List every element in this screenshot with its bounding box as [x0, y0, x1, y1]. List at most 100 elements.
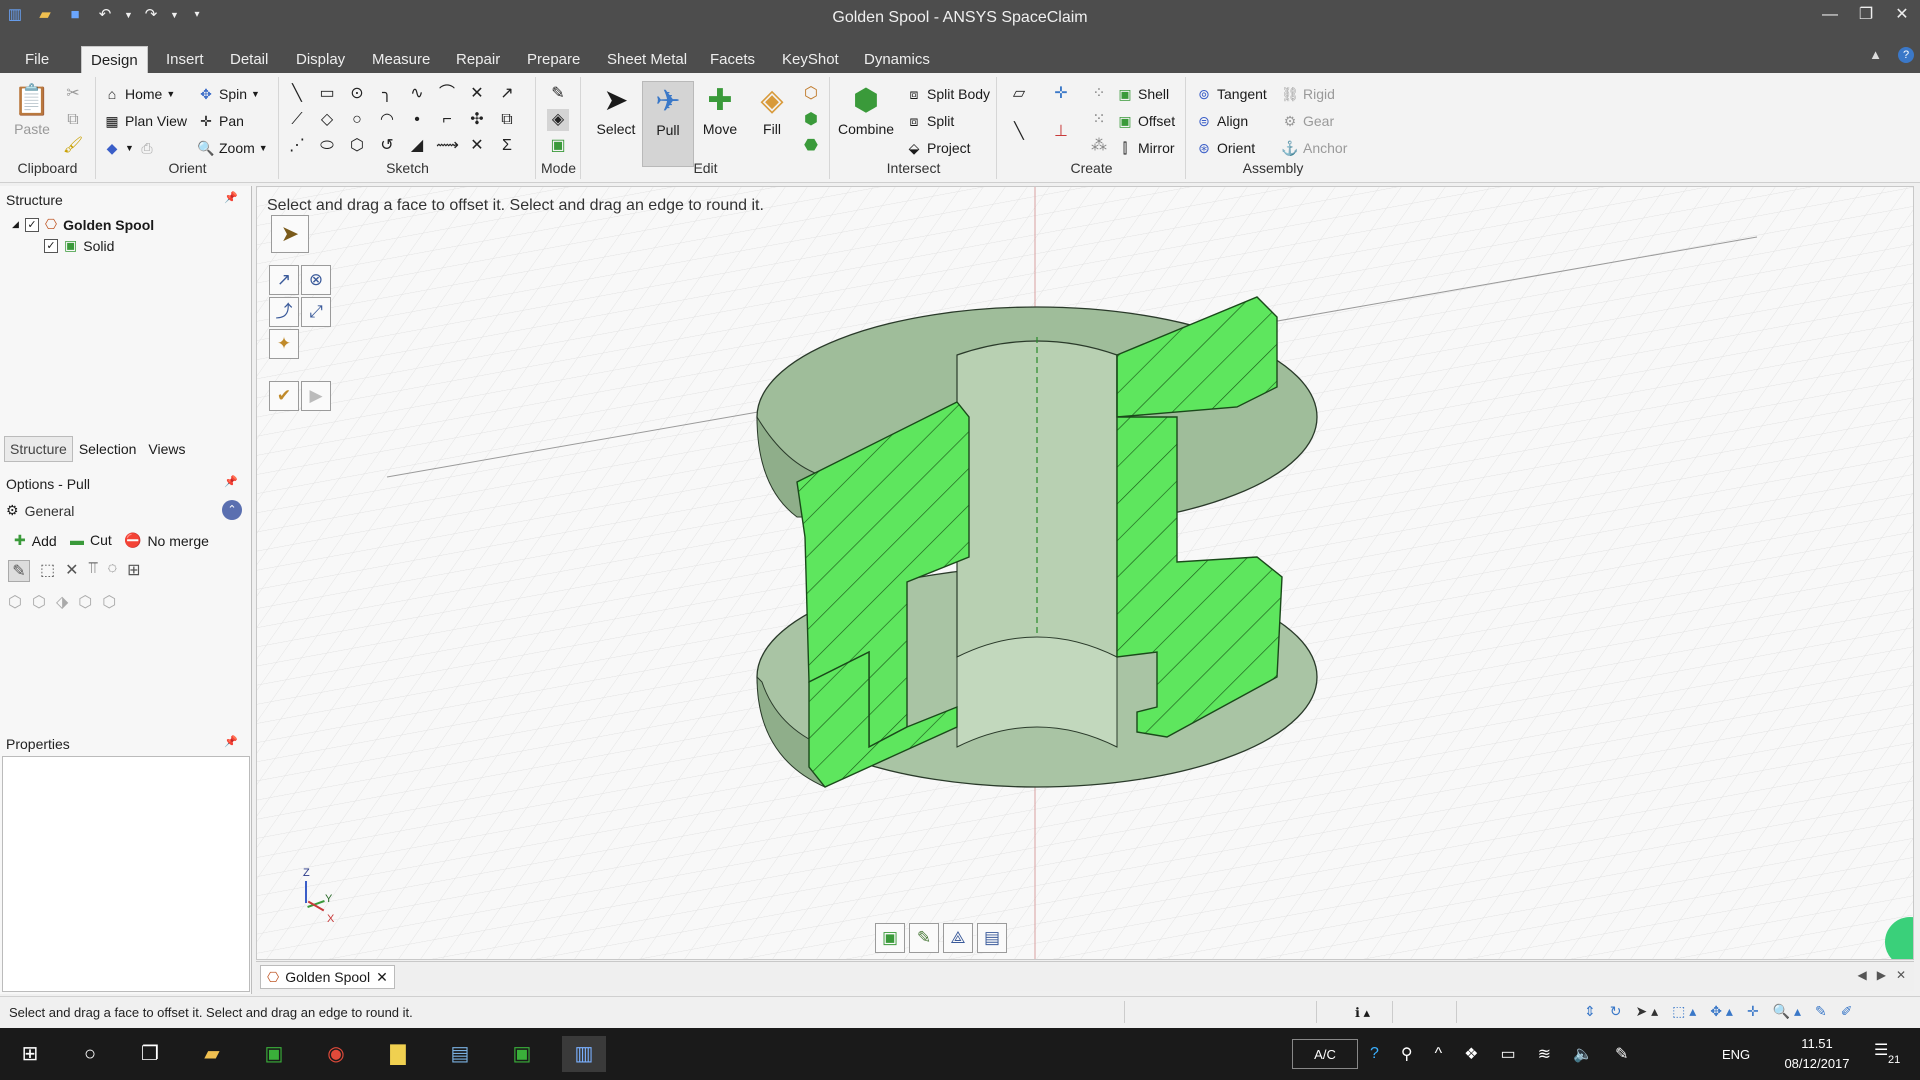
sweep-icon[interactable]: ↺	[376, 135, 398, 157]
start-icon[interactable]: ⊞	[8, 1036, 52, 1072]
extend-icon[interactable]: ✕	[466, 135, 488, 157]
pan-button[interactable]: ✛ Pan	[197, 112, 244, 130]
linear-pattern-icon[interactable]: ⁘	[1088, 83, 1110, 105]
tab-display[interactable]: Display	[287, 46, 354, 73]
3d-mode-button[interactable]: ▣	[875, 923, 905, 953]
file-explorer-icon[interactable]: ▰	[190, 1036, 234, 1072]
up-to-tool-icon[interactable]: ⤴	[269, 297, 299, 327]
clock[interactable]: 11.51 08/12/2017	[1772, 1034, 1862, 1074]
close-document-icon[interactable]: ✕	[1896, 968, 1906, 982]
trim-icon[interactable]: ✕	[466, 83, 488, 105]
direction-icon[interactable]: ⫪	[89, 560, 98, 582]
tray-expand-icon[interactable]: ^	[1435, 1045, 1443, 1063]
help-tray-icon[interactable]: ?	[1370, 1045, 1379, 1063]
copy-icon[interactable]: ⧉	[62, 109, 84, 131]
align-button[interactable]: ⊜ Align	[1195, 112, 1248, 130]
tab-sheet-metal[interactable]: Sheet Metal	[598, 46, 696, 73]
app-green2-icon[interactable]: ▣	[500, 1036, 544, 1072]
both-sides-icon[interactable]: ⬡	[78, 592, 92, 612]
tab-detail[interactable]: Detail	[221, 46, 277, 73]
section-mode-button[interactable]: ⟁	[943, 923, 973, 953]
help-icon[interactable]: ?	[1898, 47, 1914, 63]
cut-option[interactable]: ▬ Cut	[70, 532, 112, 548]
tab-selection[interactable]: Selection	[73, 436, 143, 462]
general-section[interactable]: ⚙ General	[6, 502, 74, 519]
pin-icon[interactable]: 📌	[224, 475, 238, 488]
select-button[interactable]: ➤ Select	[590, 81, 642, 137]
document-tab[interactable]: ⎔ Golden Spool ✕	[260, 965, 395, 989]
move-button[interactable]: ✚ Move	[694, 81, 746, 137]
tab-repair[interactable]: Repair	[447, 46, 509, 73]
revolve-icon[interactable]: ◌	[108, 560, 118, 582]
rigid-button[interactable]: ⛓ Rigid	[1281, 85, 1335, 103]
spline-icon[interactable]: ∿	[406, 83, 428, 105]
plan-view-button[interactable]: ▦ Plan View	[103, 112, 187, 130]
bend-icon[interactable]: ↗	[496, 83, 518, 105]
people-icon[interactable]: ⚲	[1401, 1044, 1413, 1064]
circular-pattern-icon[interactable]: ⁙	[1088, 109, 1110, 131]
tab-dynamics[interactable]: Dynamics	[855, 46, 939, 73]
corner-icon[interactable]: ⌐	[436, 109, 458, 131]
point-icon[interactable]: •	[406, 109, 428, 131]
project-curve-icon[interactable]: ⟿	[436, 135, 459, 157]
battery-icon[interactable]: ▭	[1500, 1044, 1515, 1064]
language-indicator[interactable]: ENG	[1722, 1028, 1750, 1080]
ac-button[interactable]: A/C	[1292, 1039, 1358, 1069]
center-bore[interactable]	[956, 337, 1118, 748]
3d-mode-icon[interactable]: ▣	[547, 135, 569, 157]
pull-option-icon[interactable]: ✎	[8, 560, 30, 582]
three-point-arc-icon[interactable]: ◠	[376, 109, 398, 131]
orient-button[interactable]: ⊛ Orient	[1195, 139, 1255, 157]
task-view-icon[interactable]: ❐	[128, 1036, 172, 1072]
drawing-mode-button[interactable]: ▤	[977, 923, 1007, 953]
sketch-mode-button[interactable]: ✎	[909, 923, 939, 953]
extrude-icon[interactable]: ⬗	[56, 592, 68, 612]
gear-button[interactable]: ⚙ Gear	[1281, 112, 1334, 130]
mirror-button[interactable]: ⫿ Mirror	[1116, 139, 1175, 157]
view-cube-button[interactable]: ◆ ▼ ⎙	[103, 139, 156, 157]
format-painter-icon[interactable]: 🖌	[62, 135, 84, 157]
three-point-circle-icon[interactable]: ○	[346, 109, 368, 131]
section-mode-icon[interactable]: ◈	[547, 109, 569, 131]
visibility-checkbox[interactable]: ✓	[24, 217, 39, 232]
home-button[interactable]: ⌂ Home ▼	[103, 85, 176, 103]
plane-icon[interactable]: ▱	[1008, 83, 1030, 105]
close-button[interactable]: ✕	[1884, 0, 1920, 30]
construction-line-icon[interactable]: ⋰	[286, 135, 308, 157]
thicken-icon[interactable]: ⬡	[102, 592, 116, 612]
notification-icon[interactable]: ☰	[1874, 1040, 1888, 1060]
pan-status-icon[interactable]: ✥ ▴	[1710, 1003, 1733, 1020]
equation-icon[interactable]: Σ	[496, 135, 518, 157]
paste-button[interactable]: 📋 Paste	[6, 81, 58, 137]
project-button[interactable]: ⬙ Project	[905, 139, 971, 157]
pencil-status-icon[interactable]: ✎	[1815, 1003, 1827, 1020]
pen-icon[interactable]: ✎	[1615, 1044, 1628, 1064]
sweep-option-icon[interactable]: ⬡	[32, 592, 46, 612]
pull-both-icon[interactable]: ⊗	[301, 265, 331, 295]
spin-status-icon[interactable]: ⇕	[1584, 1003, 1596, 1020]
expand-icon[interactable]: ◢	[12, 219, 19, 230]
edit-status-icon[interactable]: ✐	[1841, 1003, 1853, 1020]
draft-icon[interactable]: ⬡	[8, 592, 22, 612]
spin-button[interactable]: ✥ Spin ▼	[197, 85, 260, 103]
minimize-button[interactable]: —	[1812, 0, 1848, 30]
dropbox-icon[interactable]: ❖	[1464, 1044, 1478, 1064]
pull-arrow-icon[interactable]: ↗	[269, 265, 299, 295]
combine-button[interactable]: ⬢ Combine	[833, 81, 899, 137]
circle-icon[interactable]: ⊙	[346, 83, 368, 105]
three-point-rect-icon[interactable]: ◇	[316, 109, 338, 131]
tab-structure[interactable]: Structure	[4, 436, 73, 462]
app-blue-icon[interactable]: ▤	[438, 1036, 482, 1072]
tangent-line-icon[interactable]: ⟋	[286, 109, 308, 131]
tangent-button[interactable]: ⊚ Tangent	[1195, 85, 1267, 103]
offset-button[interactable]: ▣ Offset	[1116, 112, 1175, 130]
offset-curve-icon[interactable]: ⧉	[496, 109, 518, 131]
pivot-tool-icon[interactable]: ✦	[269, 329, 299, 359]
visibility-checkbox[interactable]: ✓	[44, 238, 58, 253]
split-body-button[interactable]: ⧈ Split Body	[905, 85, 991, 103]
create-rounded-icon[interactable]: ◢	[406, 135, 428, 157]
ruler-icon[interactable]: ⊞	[127, 560, 140, 582]
pointer-status-icon[interactable]: ➤ ▴	[1635, 1003, 1658, 1020]
select-tool-icon[interactable]: ➤	[271, 215, 309, 253]
close-tab-icon[interactable]: ✕	[376, 969, 388, 986]
